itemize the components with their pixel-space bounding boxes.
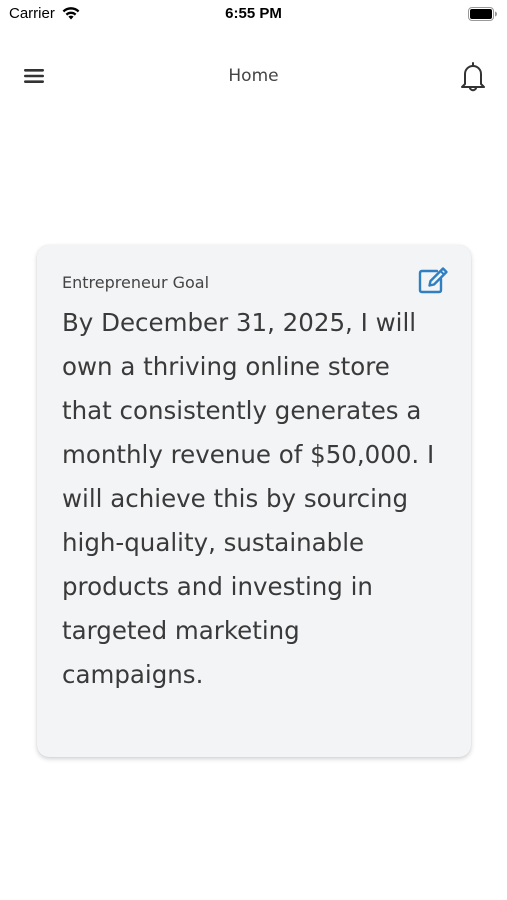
hamburger-menu-icon	[20, 69, 48, 94]
goal-text: By December 31, 2025, I will own a thriv…	[62, 308, 435, 689]
clock: 6:55 PM	[225, 5, 282, 22]
edit-goal-button[interactable]	[417, 265, 449, 295]
nav-bar: Home	[0, 50, 507, 104]
notifications-button[interactable]	[457, 60, 489, 94]
bell-icon	[457, 62, 489, 98]
goal-card: Entrepreneur Goal By December 31, 2025, …	[37, 245, 471, 757]
page-title: Home	[228, 66, 279, 86]
goal-label: Entrepreneur Goal	[62, 273, 210, 292]
status-bar: Carrier 6:55 PM	[0, 0, 507, 30]
menu-button[interactable]	[20, 62, 48, 90]
edit-icon	[417, 267, 449, 299]
battery-icon	[468, 7, 498, 21]
